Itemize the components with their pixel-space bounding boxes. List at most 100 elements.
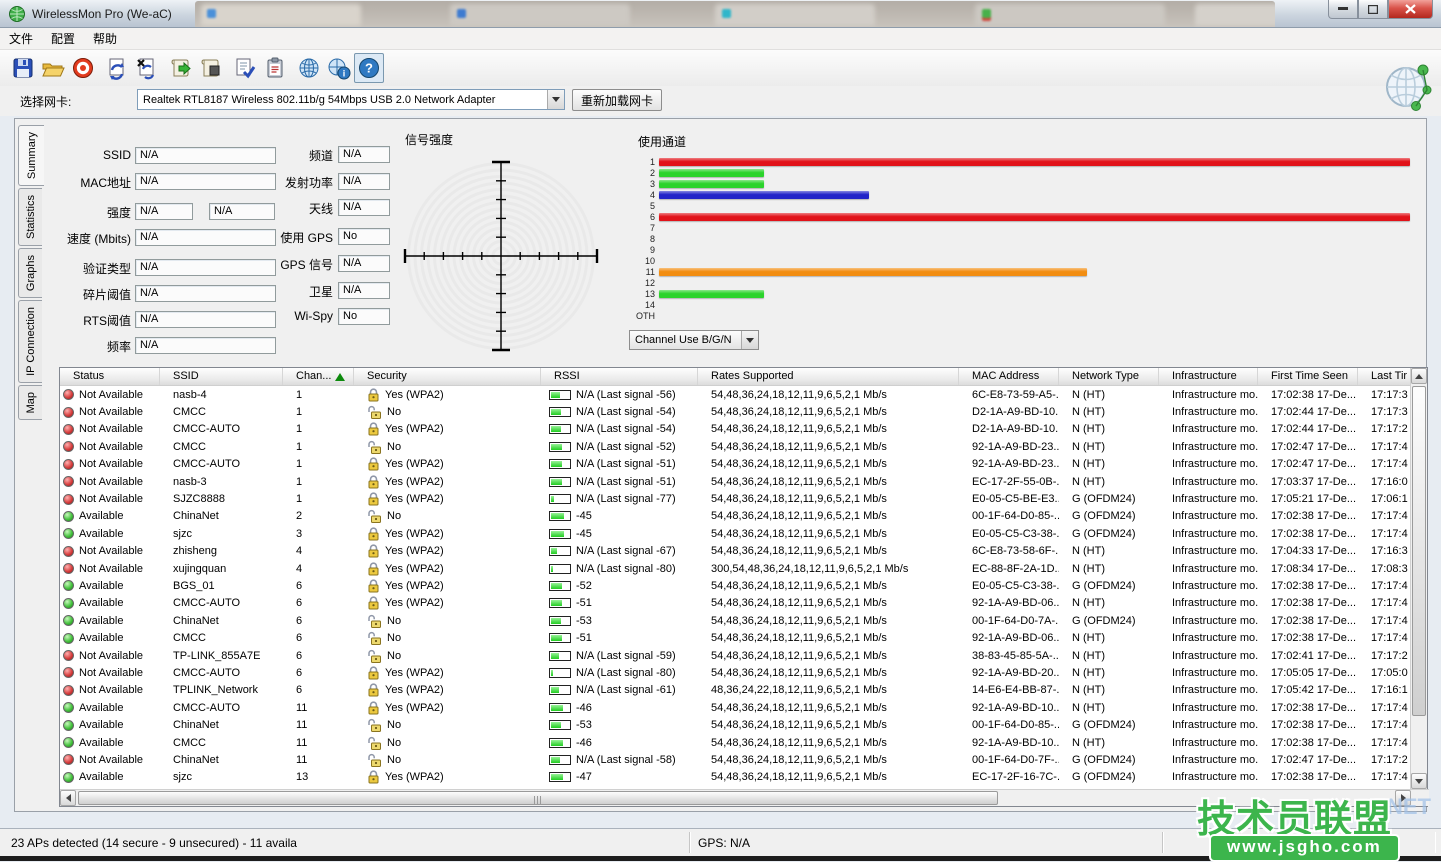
table-row[interactable]: Not Availablenasb-31Yes (WPA2)N/A (Last … xyxy=(60,473,1412,490)
menu-item-文件[interactable]: 文件 xyxy=(0,27,42,50)
column-header-security[interactable]: Security xyxy=(354,368,541,385)
cell-infra: Infrastructure mo... xyxy=(1159,458,1258,470)
cell-last: 17:17:3 xyxy=(1358,406,1412,418)
table-row[interactable]: Not Availablezhisheng4Yes (WPA2)N/A (Las… xyxy=(60,543,1412,560)
cell-mac: 38-83-45-85-5A-... xyxy=(959,650,1059,662)
table-row[interactable]: Not AvailableTP-LINK_855A7E6NoN/A (Last … xyxy=(60,647,1412,664)
refresh-page-button[interactable] xyxy=(102,53,132,83)
signal-level-icon xyxy=(549,633,571,643)
cell-last: 17:17:3 xyxy=(1358,389,1412,401)
cancel-page-button[interactable] xyxy=(132,53,162,83)
cell-infra: Infrastructure mo... xyxy=(1159,510,1258,522)
globe-info-button[interactable]: i xyxy=(324,53,354,83)
cell-status: Available xyxy=(60,597,160,609)
table-row[interactable]: Availablesjzc13Yes (WPA2)-4754,48,36,24,… xyxy=(60,769,1412,786)
lock-closed-icon xyxy=(367,562,380,576)
cell-status: Available xyxy=(60,632,160,644)
table-row[interactable]: Not AvailableChinaNet11NoN/A (Last signa… xyxy=(60,751,1412,768)
cell-status: Not Available xyxy=(60,650,160,662)
maximize-button[interactable] xyxy=(1358,0,1388,19)
help-button[interactable]: ? xyxy=(354,53,384,83)
cell-rssi: -46 xyxy=(541,737,698,749)
run-export-button[interactable] xyxy=(166,53,196,83)
menu-item-帮助[interactable]: 帮助 xyxy=(84,27,126,50)
column-header-status[interactable]: Status xyxy=(60,368,160,385)
status-available-icon xyxy=(63,702,74,713)
table-row[interactable]: AvailableCMCC6No-5154,48,36,24,18,12,11,… xyxy=(60,629,1412,646)
cell-first: 17:05:21 17-De... xyxy=(1258,493,1358,505)
cell-net: G (OFDM24) xyxy=(1059,510,1159,522)
field-label: Wi-Spy xyxy=(173,309,333,323)
cell-status: Available xyxy=(60,528,160,540)
table-row[interactable]: Not Availablenasb-41Yes (WPA2)N/A (Last … xyxy=(60,386,1412,403)
save-button[interactable] xyxy=(8,53,38,83)
table-row[interactable]: AvailableChinaNet2No-4554,48,36,24,18,12… xyxy=(60,508,1412,525)
cell-channel: 11 xyxy=(283,754,354,766)
status-available-icon xyxy=(63,511,74,522)
column-header-mac[interactable]: MAC Address xyxy=(959,368,1059,385)
column-header-rates[interactable]: Rates Supported xyxy=(698,368,959,385)
cell-mac: 92-1A-A9-BD-23... xyxy=(959,441,1059,453)
channel-mode-select[interactable]: Channel Use B/G/N xyxy=(629,330,759,350)
chevron-down-icon[interactable] xyxy=(741,331,758,349)
adapter-select[interactable]: Realtek RTL8187 Wireless 802.11b/g 54Mbp… xyxy=(137,89,565,110)
column-header-net[interactable]: Network Type xyxy=(1059,368,1159,385)
column-header-first[interactable]: First Time Seen xyxy=(1258,368,1358,385)
edit-check-button[interactable] xyxy=(230,53,260,83)
cell-channel: 1 xyxy=(283,441,354,453)
table-row[interactable]: Not AvailableCMCC-AUTO1Yes (WPA2)N/A (La… xyxy=(60,421,1412,438)
cell-last: 17:16:1 xyxy=(1358,684,1412,696)
table-row[interactable]: Not AvailableCMCC1NoN/A (Last signal -52… xyxy=(60,438,1412,455)
target-button[interactable] xyxy=(68,53,98,83)
table-row[interactable]: AvailableCMCC-AUTO6Yes (WPA2)-5154,48,36… xyxy=(60,595,1412,612)
signal-level-icon xyxy=(549,511,571,521)
table-row[interactable]: AvailableCMCC-AUTO11Yes (WPA2)-4654,48,3… xyxy=(60,699,1412,716)
adapter-select-value: Realtek RTL8187 Wireless 802.11b/g 54Mbp… xyxy=(138,94,547,106)
cell-mac: E0-05-C5-C3-38-... xyxy=(959,528,1059,540)
cell-net: N (HT) xyxy=(1059,545,1159,557)
table-row[interactable]: AvailableChinaNet11No-5354,48,36,24,18,1… xyxy=(60,716,1412,733)
lock-closed-icon xyxy=(367,422,380,436)
table-row[interactable]: AvailableBGS_016Yes (WPA2)-5254,48,36,24… xyxy=(60,577,1412,594)
table-row[interactable]: Not Availablexujingquan4Yes (WPA2)N/A (L… xyxy=(60,560,1412,577)
signal-level-icon xyxy=(549,564,571,574)
table-row[interactable]: Availablesjzc3Yes (WPA2)-4554,48,36,24,1… xyxy=(60,525,1412,542)
horizontal-scroll-thumb[interactable] xyxy=(78,791,998,805)
table-row[interactable]: Not AvailableTPLINK_Network6Yes (WPA2)N/… xyxy=(60,682,1412,699)
channel-label: 4 xyxy=(629,190,655,201)
reload-adapter-button[interactable]: 重新加载网卡 xyxy=(572,89,662,111)
table-row[interactable]: Not AvailableCMCC-AUTO1Yes (WPA2)N/A (La… xyxy=(60,456,1412,473)
lock-open-icon xyxy=(367,718,382,732)
scroll-down-button[interactable] xyxy=(1411,773,1427,789)
lock-closed-icon xyxy=(367,701,380,715)
stop-export-button[interactable] xyxy=(196,53,226,83)
chevron-down-icon[interactable] xyxy=(547,90,564,109)
table-row[interactable]: Not AvailableSJZC88881Yes (WPA2)N/A (Las… xyxy=(60,490,1412,507)
cell-ssid: CMCC xyxy=(160,632,283,644)
clipboard-report-button[interactable] xyxy=(260,53,290,83)
column-header-last[interactable]: Last Tir xyxy=(1358,368,1412,385)
field-label: 天线 xyxy=(173,200,333,217)
table-row[interactable]: AvailableCMCC11No-4654,48,36,24,18,12,11… xyxy=(60,734,1412,751)
close-button[interactable] xyxy=(1388,0,1433,19)
cell-ssid: CMCC-AUTO xyxy=(160,667,283,679)
minimize-button[interactable] xyxy=(1328,0,1358,19)
vertical-scroll-thumb[interactable] xyxy=(1412,386,1426,716)
table-row[interactable]: Not AvailableCMCC1NoN/A (Last signal -54… xyxy=(60,403,1412,420)
scroll-up-button[interactable] xyxy=(1411,368,1427,384)
table-row[interactable]: Not AvailableCMCC-AUTO6Yes (WPA2)N/A (La… xyxy=(60,664,1412,681)
scroll-left-button[interactable] xyxy=(60,790,76,806)
menu-item-配置[interactable]: 配置 xyxy=(42,27,84,50)
table-row[interactable]: AvailableChinaNet6No-5354,48,36,24,18,12… xyxy=(60,612,1412,629)
cell-ssid: ChinaNet xyxy=(160,719,283,731)
globe-button[interactable] xyxy=(294,53,324,83)
column-header-channel[interactable]: Chan... xyxy=(283,368,354,385)
vertical-scrollbar[interactable] xyxy=(1410,368,1427,789)
channel-row-6: 6 xyxy=(625,212,1420,223)
cell-infra: Infrastructure mo... xyxy=(1159,580,1258,592)
column-header-infra[interactable]: Infrastructure xyxy=(1159,368,1258,385)
signal-level-icon xyxy=(549,442,571,452)
column-header-rssi[interactable]: RSSI xyxy=(541,368,698,385)
open-folder-button[interactable] xyxy=(38,53,68,83)
column-header-ssid[interactable]: SSID xyxy=(160,368,283,385)
